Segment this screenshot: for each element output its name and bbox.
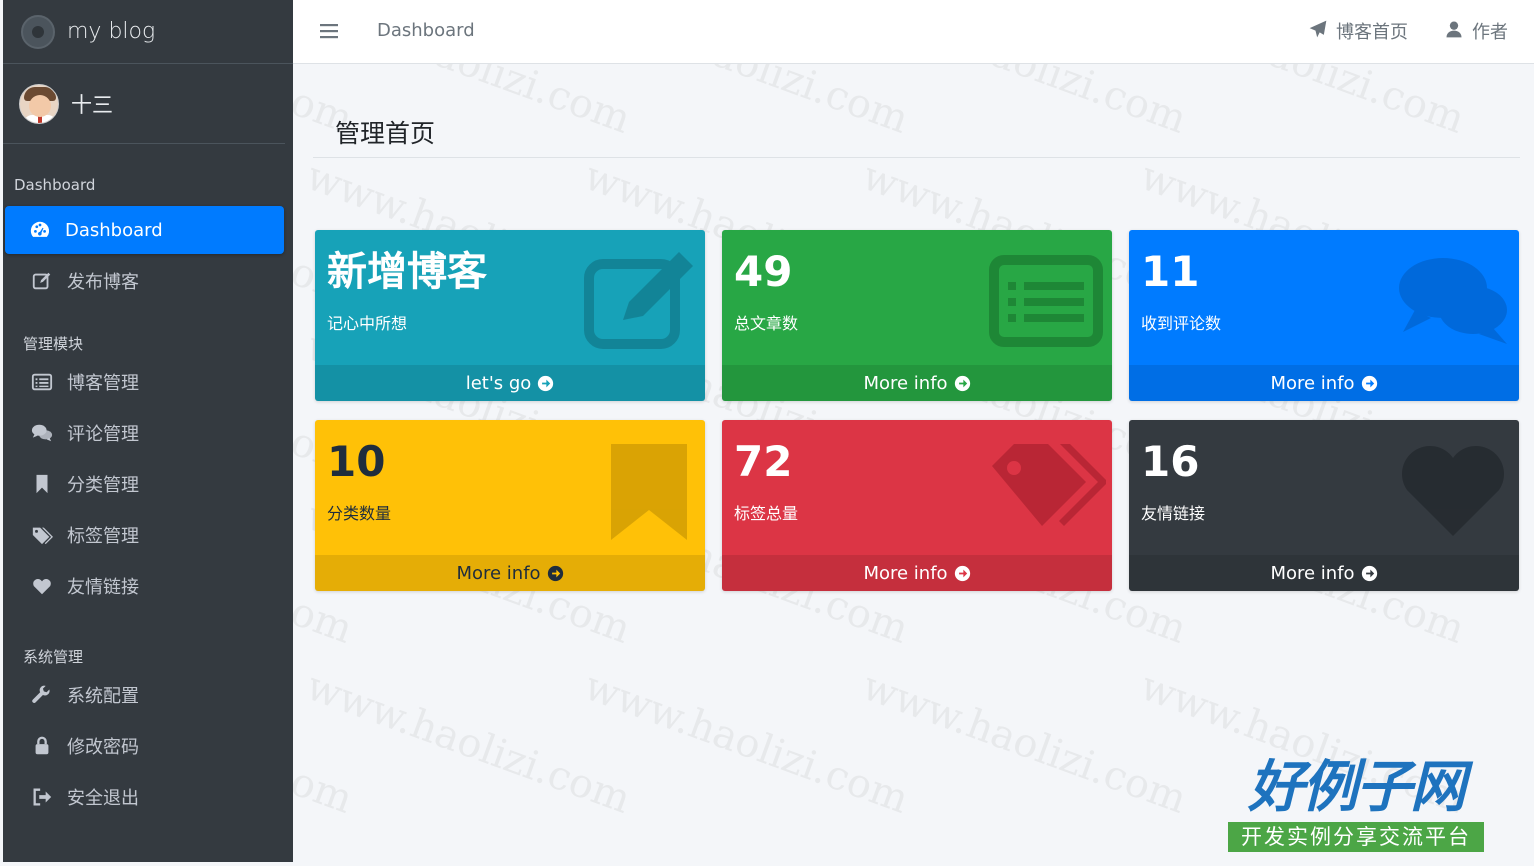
- stat-box-categories[interactable]: 10 分类数量 More info: [315, 420, 705, 591]
- sidebar-item-dashboard[interactable]: Dashboard: [5, 206, 284, 254]
- user-panel[interactable]: 十三: [3, 64, 285, 144]
- list-icon: [29, 371, 55, 393]
- arrow-circle-right-icon: [538, 375, 554, 391]
- box-footer-text: More info: [456, 562, 541, 584]
- arrow-circle-right-icon: [547, 565, 563, 581]
- sidebar-item-category-manage[interactable]: 分类管理: [5, 460, 284, 508]
- box-footer-link[interactable]: More info: [722, 555, 1112, 591]
- page-title: 管理首页: [335, 119, 436, 148]
- sidebar-item-blog-manage[interactable]: 博客管理: [5, 358, 284, 406]
- stat-number: 10: [327, 437, 386, 486]
- box-footer-link[interactable]: More info: [722, 365, 1112, 401]
- user-icon: [1444, 19, 1464, 44]
- watermark-text: www.haolizi.com: [856, 663, 1193, 823]
- box-footer-text: More info: [1270, 562, 1355, 584]
- tags-icon: [992, 444, 1106, 526]
- arrow-circle-right-icon: [1361, 375, 1377, 391]
- blog-home-link[interactable]: 博客首页: [1308, 18, 1408, 44]
- list-icon: [989, 255, 1103, 347]
- stat-number: 49: [734, 247, 793, 296]
- sidebar-item-label: 博客管理: [67, 373, 139, 394]
- edit-icon: [29, 270, 55, 292]
- arrow-circle-right-icon: [1361, 565, 1377, 581]
- breadcrumb[interactable]: Dashboard: [377, 20, 475, 41]
- stat-box-tags[interactable]: 72 标签总量 More info: [722, 420, 1112, 591]
- site-logo-subtitle: 开发实例分享交流平台: [1228, 822, 1484, 852]
- site-logo: 好例子网 开发实例分享交流平台: [1228, 756, 1484, 858]
- site-logo-title: 好例子网: [1248, 754, 1466, 820]
- sidebar-item-change-password[interactable]: 修改密码: [5, 722, 284, 770]
- box-footer-text: More info: [863, 562, 948, 584]
- menu-toggle-icon[interactable]: [320, 21, 340, 41]
- wrench-icon: [29, 684, 55, 706]
- sidebar: my blog 十三 Dashboard Dashboard 发布博客 管理模块…: [3, 0, 293, 862]
- content-header: 管理首页: [313, 100, 1520, 158]
- author-label: 作者: [1472, 22, 1508, 43]
- box-footer-link[interactable]: let's go: [315, 365, 705, 401]
- box-footer-text: More info: [863, 372, 948, 394]
- comments-icon: [29, 422, 55, 444]
- sidebar-item-links[interactable]: 友情链接: [5, 562, 284, 610]
- tags-icon: [29, 524, 55, 546]
- stat-label: 总文章数: [734, 314, 799, 333]
- sidebar-item-system-config[interactable]: 系统配置: [5, 671, 284, 719]
- sidebar-item-publish[interactable]: 发布博客: [5, 257, 284, 305]
- stat-label: 记心中所想: [327, 314, 408, 333]
- paper-plane-icon: [1308, 19, 1328, 44]
- stat-label: 标签总量: [734, 504, 799, 523]
- brand-name: my blog: [67, 19, 156, 44]
- arrow-circle-right-icon: [954, 565, 970, 581]
- nav-header-manage: 管理模块: [23, 335, 84, 353]
- bookmark-icon: [29, 473, 55, 495]
- blog-home-label: 博客首页: [1336, 22, 1408, 43]
- sidebar-item-label: 发布博客: [67, 272, 139, 293]
- sidebar-item-label: Dashboard: [65, 219, 163, 241]
- sidebar-item-label: 系统配置: [67, 686, 139, 707]
- author-link[interactable]: 作者: [1444, 18, 1508, 44]
- stat-box-comments[interactable]: 11 收到评论数 More info: [1129, 230, 1519, 401]
- heart-icon: [29, 575, 55, 597]
- stat-box-links[interactable]: 16 友情链接 More info: [1129, 420, 1519, 591]
- heart-icon: [1401, 445, 1505, 536]
- sidebar-item-comment-manage[interactable]: 评论管理: [5, 409, 284, 457]
- stat-box-new-blog[interactable]: 新增博客 记心中所想 let's go: [315, 230, 705, 401]
- comments-icon: [1399, 258, 1507, 344]
- sidebar-item-label: 评论管理: [67, 424, 139, 445]
- brand-link[interactable]: my blog: [3, 0, 293, 64]
- brand-logo: [21, 14, 55, 49]
- box-footer-text: let's go: [465, 372, 532, 394]
- stat-number: 72: [734, 437, 793, 486]
- stat-number: 新增博客: [327, 249, 487, 295]
- box-footer-link[interactable]: More info: [1129, 365, 1519, 401]
- stat-number: 16: [1141, 437, 1200, 486]
- watermark-text: www.haolizi.com: [300, 663, 637, 823]
- stat-label: 收到评论数: [1141, 314, 1222, 333]
- stat-label: 友情链接: [1141, 504, 1206, 523]
- watermark-text: www.haolizi.com: [578, 663, 915, 823]
- arrow-circle-right-icon: [954, 375, 970, 391]
- avatar: [19, 83, 59, 124]
- box-footer-link[interactable]: More info: [1129, 555, 1519, 591]
- bookmark-icon: [611, 444, 687, 540]
- sidebar-item-label: 安全退出: [67, 788, 139, 809]
- sign-out-icon: [29, 786, 55, 808]
- sidebar-item-tag-manage[interactable]: 标签管理: [5, 511, 284, 559]
- lock-icon: [29, 735, 55, 757]
- stat-label: 分类数量: [327, 504, 392, 523]
- sidebar-item-label: 标签管理: [67, 526, 139, 547]
- sidebar-item-label: 分类管理: [67, 475, 139, 496]
- nav-header-system: 系统管理: [23, 648, 84, 666]
- edit-icon: [584, 252, 693, 349]
- dashboard-icon: [27, 219, 53, 241]
- sidebar-item-label: 修改密码: [67, 737, 139, 758]
- stat-box-articles[interactable]: 49 总文章数 More info: [722, 230, 1112, 401]
- user-name: 十三: [71, 92, 113, 117]
- sidebar-item-label: 友情链接: [67, 577, 139, 598]
- box-footer-link[interactable]: More info: [315, 555, 705, 591]
- nav-header-dashboard: Dashboard: [14, 176, 96, 194]
- box-footer-text: More info: [1270, 372, 1355, 394]
- sidebar-item-logout[interactable]: 安全退出: [5, 773, 284, 821]
- stat-number: 11: [1141, 247, 1200, 296]
- top-navbar: Dashboard 博客首页 作者: [293, 0, 1534, 64]
